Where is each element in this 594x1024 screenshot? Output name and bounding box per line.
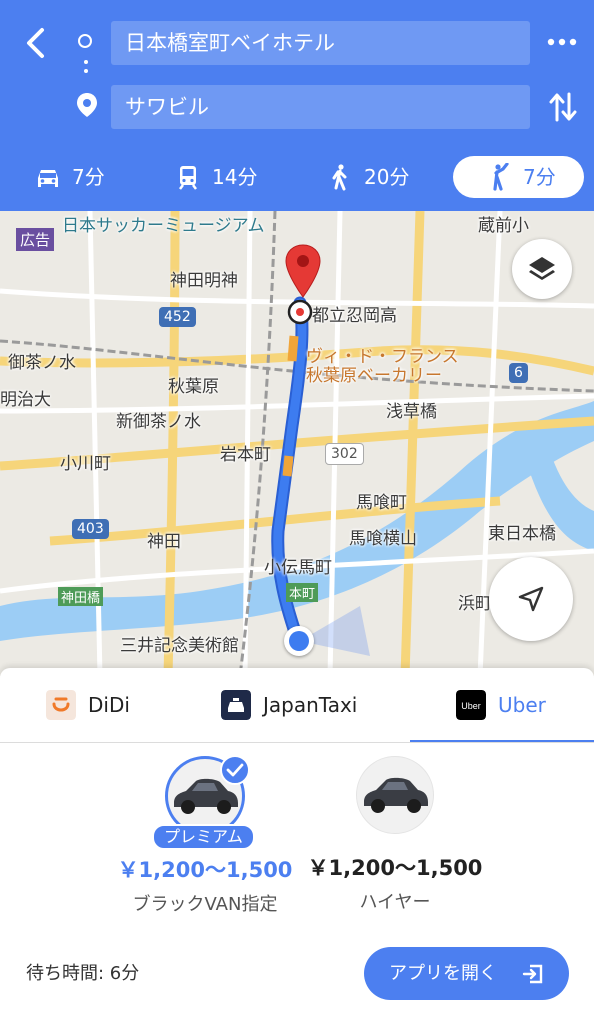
walk-icon	[332, 164, 347, 191]
car-icon	[38, 170, 58, 187]
more-options-icon[interactable]	[546, 34, 578, 50]
map-label-asakusabashi[interactable]: 浅草橋	[386, 397, 437, 422]
map-label-bakurocho[interactable]: 馬喰町	[356, 488, 407, 513]
mode-ride-hail[interactable]: 7分	[453, 156, 584, 198]
car-icon	[364, 777, 428, 813]
map-label-school[interactable]: 都立忍岡高	[312, 301, 397, 326]
japantaxi-logo-icon	[221, 690, 251, 720]
mode-car[interactable]: 7分	[34, 156, 124, 198]
map-label-meiji-univ[interactable]: 明治大	[0, 385, 51, 410]
map-label-ogawamachi[interactable]: 小川町	[60, 449, 111, 474]
swap-route-icon[interactable]	[548, 90, 578, 124]
route-dots-icon	[84, 60, 88, 82]
tabs-divider	[0, 742, 594, 743]
train-icon	[179, 166, 197, 190]
mode-walk[interactable]: 20分	[326, 156, 426, 198]
map-label-higashi-nihonbashi[interactable]: 東日本橋	[488, 519, 556, 544]
origin-field[interactable]: 日本橋室町ベイホテル	[111, 21, 530, 65]
car-thumbnail	[356, 756, 434, 834]
route-shield-403: 403	[72, 519, 109, 539]
my-location-button[interactable]	[489, 557, 573, 641]
tab-uber-label: Uber	[498, 693, 546, 717]
ride-option-premium[interactable]: プレミアム ￥1,200〜1,500 ブラックVAN指定	[110, 755, 300, 916]
wait-time: 待ち時間: 6分	[26, 963, 140, 984]
map-label-shin-ochanomizu[interactable]: 新御茶ノ水	[116, 407, 201, 432]
route-shield-302: 302	[325, 443, 364, 465]
destination-pin-icon	[77, 93, 97, 117]
ride-options-sheet: DiDi JapanTaxi Uber Uber プレミアム ￥1,200〜1,…	[0, 668, 594, 1024]
navigation-arrow-icon	[518, 586, 544, 612]
map-view[interactable]: 広告 日本サッカーミュージアム 神田明神 都立忍岡高 ヴィ・ド・フランス 秋葉原…	[0, 211, 594, 676]
mode-ride-label: 7分	[523, 165, 556, 189]
map-label-kanda[interactable]: 神田	[147, 527, 181, 552]
current-location-dot	[284, 626, 314, 656]
open-app-button[interactable]: アプリを開く	[364, 947, 569, 1000]
back-arrow-icon[interactable]	[20, 26, 54, 60]
route-shield-6: 6	[509, 363, 528, 383]
premium-name: ブラックVAN指定	[132, 894, 278, 915]
uber-logo-icon: Uber	[456, 690, 486, 720]
map-label-mitsui-museum[interactable]: 三井記念美術館	[120, 631, 239, 656]
map-label-iwamotocho[interactable]: 岩本町	[220, 440, 271, 465]
mode-car-label: 7分	[72, 165, 105, 189]
mode-walk-label: 20分	[364, 165, 410, 189]
destination-field[interactable]: サワビル	[111, 85, 530, 129]
premium-price: ￥1,200〜1,500	[117, 858, 293, 882]
map-label-kuramae[interactable]: 蔵前小	[478, 211, 529, 236]
tab-japantaxi-label: JapanTaxi	[263, 693, 358, 717]
map-label-kodenmacho[interactable]: 小伝馬町	[264, 553, 332, 578]
directions-header: 日本橋室町ベイホテル サワビル 7分 14分 20分 7分	[0, 0, 594, 211]
svg-text:Uber: Uber	[461, 701, 481, 711]
layers-button[interactable]	[512, 239, 572, 299]
map-label-soccer-museum[interactable]: 日本サッカーミュージアム	[62, 211, 264, 236]
tab-didi-label: DiDi	[88, 693, 130, 717]
map-label-akiba-bakery[interactable]: 秋葉原ベーカリー	[306, 361, 442, 386]
map-label-bakuro-yokoyama[interactable]: 馬喰横山	[349, 524, 417, 549]
origin-circle-icon	[78, 34, 92, 48]
mode-train-label: 14分	[212, 165, 258, 189]
route-shield-452: 452	[159, 307, 196, 327]
didi-logo-icon	[46, 690, 76, 720]
map-label-honcho[interactable]: 本町	[286, 583, 319, 602]
map-label-akihabara[interactable]: 秋葉原	[168, 372, 219, 397]
ride-hail-icon	[493, 163, 509, 191]
mode-train[interactable]: 14分	[174, 156, 274, 198]
map-label-kandabashi[interactable]: 神田橋	[58, 587, 104, 606]
destination-pin-icon[interactable]	[283, 243, 323, 327]
map-label-kanda-myojin[interactable]: 神田明神	[170, 266, 238, 291]
map-label-ochanomizu[interactable]: 御茶ノ水	[8, 348, 76, 373]
hire-name: ハイヤー	[359, 892, 431, 913]
premium-badge: プレミアム	[152, 824, 255, 850]
hire-price: ￥1,200〜1,500	[307, 856, 483, 880]
layers-icon	[529, 257, 555, 280]
ad-label: 広告	[16, 228, 55, 251]
map-label-hamacho[interactable]: 浜町	[458, 589, 492, 614]
ride-option-hire[interactable]: ￥1,200〜1,500 ハイヤー	[300, 756, 490, 914]
open-external-icon	[522, 964, 543, 984]
open-app-label: アプリを開く	[389, 963, 497, 984]
selected-check-icon	[220, 755, 250, 785]
